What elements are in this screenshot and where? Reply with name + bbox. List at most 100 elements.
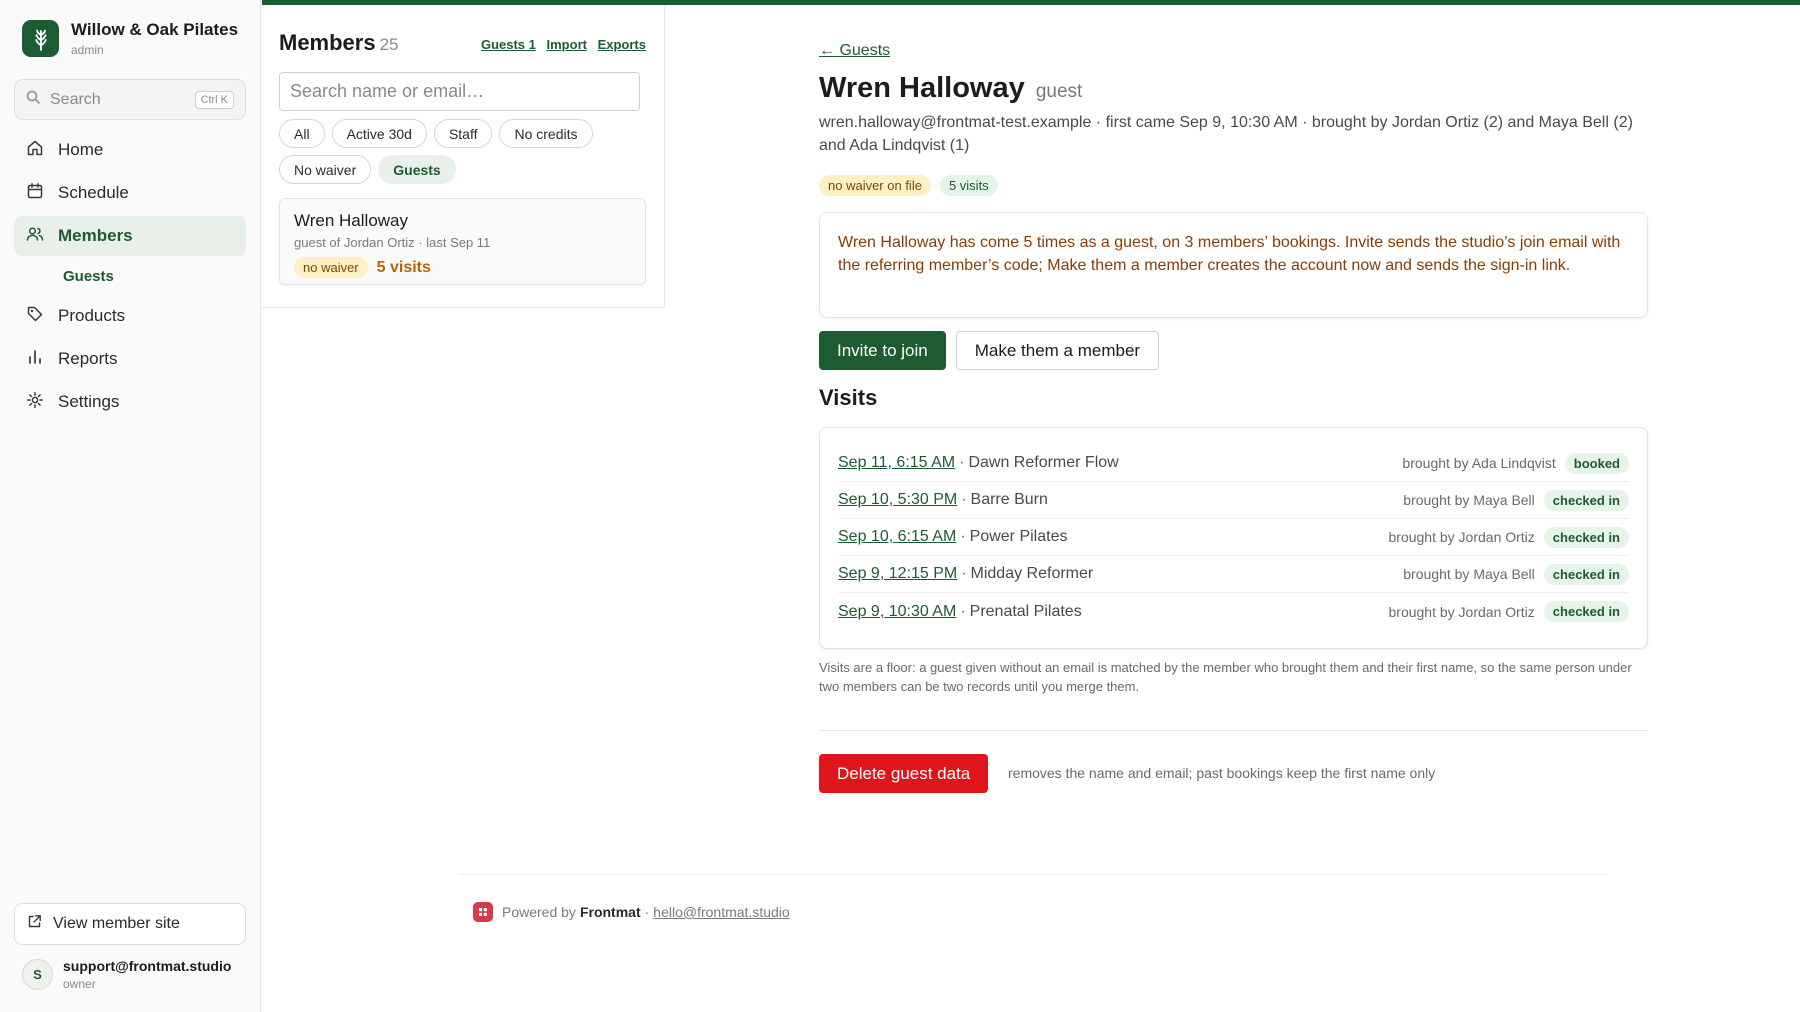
footer-divider — [459, 874, 1608, 875]
table-row: Sep 10, 5:30 PM · Barre Burn brought by Ma… — [838, 482, 1629, 519]
visit-separator: · — [960, 602, 966, 620]
visit-brought-by: brought by Maya Bell — [1403, 566, 1535, 582]
visits-footnote: Visits are a floor: a guest given withou… — [819, 660, 1632, 694]
members-title: Members 25 — [279, 30, 399, 56]
footer-brand: Frontmat — [579, 904, 641, 920]
user-email: support@frontmat.studio — [63, 958, 232, 974]
visit-separator: · — [961, 565, 967, 582]
back-to-guests-link[interactable]: ← Guests — [819, 42, 890, 60]
delete-note: removes the name and email; past booking… — [1008, 765, 1436, 781]
sidebar-item-reports[interactable]: Reports — [14, 339, 246, 379]
sidebar-item-label: Reports — [58, 349, 118, 368]
page-title: Wren Halloway guest — [819, 72, 1082, 105]
brand[interactable]: Willow & Oak Pilates admin — [22, 20, 238, 57]
filter-chip-no-credits[interactable]: No credits — [499, 119, 593, 148]
footer-separator: · — [644, 904, 650, 920]
filter-chips: All Active 30d Staff No credits No waive… — [279, 119, 649, 191]
filter-chip-all[interactable]: All — [279, 119, 325, 148]
visit-brought-by: brought by Ada Lindqvist — [1402, 455, 1556, 471]
sidebar: Willow & Oak Pilates admin Search Ctrl K… — [0, 0, 261, 1012]
visit-date-link[interactable]: Sep 11, 6:15 AM — [838, 454, 955, 472]
guest-meta: wren.halloway@frontmat-test.example · fi… — [819, 114, 1633, 154]
visit-date-link[interactable]: Sep 10, 5:30 PM — [838, 491, 957, 509]
sidebar-item-label: Home — [58, 140, 104, 159]
sidebar-item-members[interactable]: Members — [14, 216, 246, 256]
exports-link[interactable]: Exports — [598, 37, 646, 52]
visit-separator: · — [959, 454, 965, 471]
table-row: Sep 11, 6:15 AM · Dawn Reformer Flow broug… — [838, 445, 1629, 482]
status-badge: checked in — [1543, 601, 1629, 622]
sidebar-subitem-guests[interactable]: Guests — [14, 259, 246, 293]
filter-chip-no-waiver[interactable]: No waiver — [279, 155, 372, 184]
list-item[interactable]: Wren Halloway guest of Jordan Ortiz · la… — [279, 198, 646, 285]
table-row: Sep 10, 6:15 AM · Power Pilates brought by… — [838, 519, 1629, 556]
view-site-label: View member site — [53, 915, 180, 932]
sidebar-item-label: Members — [58, 226, 133, 245]
status-badge: booked — [1564, 452, 1629, 474]
view-member-site-button[interactable]: View member site — [14, 903, 246, 945]
import-link[interactable]: Import — [547, 37, 587, 52]
footer-email-link[interactable]: hello@frontmat.studio — [653, 904, 789, 920]
search-icon — [26, 90, 40, 109]
guest-name: Wren Halloway — [819, 72, 1025, 104]
status-badge: checked in — [1543, 563, 1629, 585]
visit-class: Midday Reformer — [970, 565, 1094, 582]
visit-separator: · — [960, 528, 966, 545]
sidebar-item-settings[interactable]: Settings — [14, 382, 246, 422]
global-search[interactable]: Search Ctrl K — [14, 79, 246, 120]
visit-class: Barre Burn — [970, 491, 1048, 508]
sidebar-item-home[interactable]: Home — [14, 130, 246, 170]
status-badge: checked in — [1543, 526, 1629, 548]
visit-class: Power Pilates — [969, 528, 1068, 545]
sidebar-item-schedule[interactable]: Schedule — [14, 173, 246, 213]
visit-date-link[interactable]: Sep 9, 10:30 AM — [838, 603, 956, 621]
waiver-status-badge: no waiver on file — [819, 175, 931, 196]
visit-class: Prenatal Pilates — [969, 602, 1082, 620]
sidebar-item-label: Products — [58, 306, 126, 325]
brand-name: Willow & Oak Pilates — [71, 20, 239, 39]
calendar-icon — [26, 182, 44, 205]
user-menu[interactable]: S support@frontmat.studio owner — [22, 958, 231, 991]
make-member-button[interactable]: Make them a member — [955, 331, 1160, 370]
visit-brought-by: brought by Maya Bell — [1403, 492, 1535, 508]
members-list-panel: Members25 Guests 1 Import Exports All Ac… — [262, 5, 665, 308]
member-name: Wren Halloway — [294, 211, 409, 230]
filter-chip-guests[interactable]: Guests — [378, 155, 456, 184]
invite-to-join-button[interactable]: Invite to join — [819, 331, 946, 370]
visit-separator: · — [961, 491, 967, 508]
member-search-input[interactable] — [279, 72, 640, 111]
search-shortcut: Ctrl K — [194, 90, 234, 109]
members-title-text: Members — [279, 30, 376, 55]
powered-by-text: Powered by — [502, 904, 576, 920]
avatar: S — [22, 959, 53, 990]
visits-count: 5 visits — [376, 258, 431, 276]
filter-chip-active-30d[interactable]: Active 30d — [331, 119, 427, 148]
waiver-badge: no waiver — [294, 257, 368, 278]
sidebar-item-label: Settings — [58, 392, 120, 411]
gear-icon — [26, 391, 44, 414]
search-placeholder: Search — [50, 90, 101, 108]
wheat-logo-icon — [22, 20, 59, 57]
guests-link[interactable]: Guests 1 — [481, 37, 536, 52]
visit-date-link[interactable]: Sep 10, 6:15 AM — [838, 528, 956, 546]
visits-badge: 5 visits — [939, 175, 998, 196]
home-icon — [26, 139, 44, 162]
frontmat-logo-icon — [473, 902, 493, 922]
table-row: Sep 9, 12:15 PM · Midday Reformer brought … — [838, 556, 1629, 593]
tag-icon — [26, 305, 44, 328]
footer: Powered by Frontmat · hello@frontmat.stu… — [473, 902, 790, 922]
visit-date-link[interactable]: Sep 9, 12:15 PM — [838, 565, 957, 583]
visits-heading: Visits — [819, 385, 878, 410]
visit-class: Dawn Reformer Flow — [968, 454, 1119, 471]
guest-note: Wren Halloway has come 5 times as a gues… — [819, 212, 1648, 318]
members-count: 25 — [379, 35, 399, 54]
filter-chip-staff[interactable]: Staff — [433, 119, 493, 148]
bar-chart-icon — [26, 348, 44, 371]
member-subtitle: guest of Jordan Ortiz · last Sep 11 — [294, 235, 491, 250]
user-role: owner — [63, 977, 96, 991]
delete-guest-data-button[interactable]: Delete guest data — [819, 754, 989, 793]
sidebar-item-label: Schedule — [58, 183, 129, 202]
table-row: Sep 9, 10:30 AM · Prenatal Pilates brought… — [838, 593, 1629, 630]
sidebar-item-products[interactable]: Products — [14, 296, 246, 336]
external-link-icon — [27, 914, 42, 934]
